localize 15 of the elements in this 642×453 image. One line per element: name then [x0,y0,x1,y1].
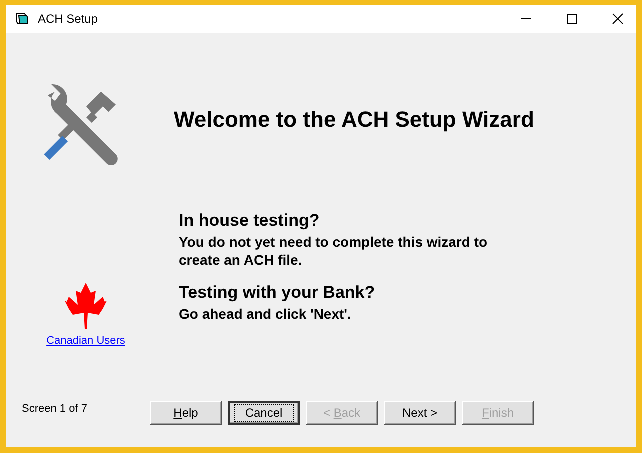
wizard-button[interactable]: Help [150,401,222,425]
canadian-users-link[interactable]: Canadian Users [46,335,126,347]
wizard-heading: Welcome to the ACH Setup Wizard [174,107,536,133]
wizard-button[interactable]: Cancel [228,401,300,425]
wizard-button[interactable]: Next > [384,401,456,425]
section-text: Go ahead and click 'Next'. [179,305,352,323]
window-app-icon [16,12,30,26]
screen-counter: Screen 1 of 7 [22,403,88,415]
maximize-icon[interactable] [566,13,578,25]
maple-leaf-icon [65,283,107,329]
window-title: ACH Setup [38,12,98,26]
close-icon[interactable] [612,13,624,25]
section-title: Testing with your Bank? [179,283,376,303]
section-title: In house testing? [179,211,321,231]
section-text: You do not yet need to complete this wizard to create an ACH file. [179,233,489,269]
